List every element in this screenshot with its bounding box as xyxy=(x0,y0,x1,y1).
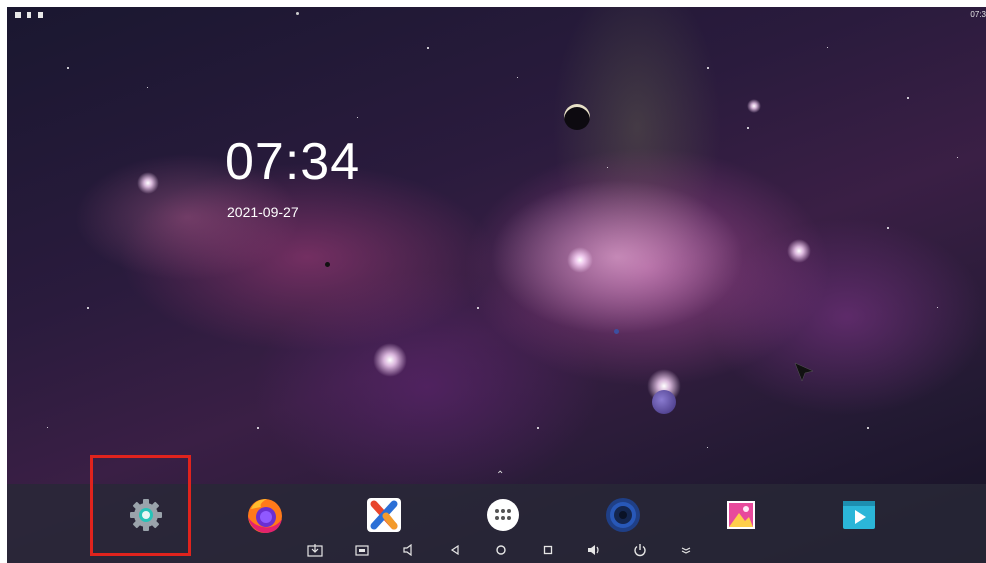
star xyxy=(707,447,708,448)
screenshot-icon[interactable] xyxy=(353,542,371,558)
star xyxy=(747,127,749,129)
star xyxy=(827,47,828,48)
screenshot-icon xyxy=(15,12,21,18)
x-logo-icon xyxy=(367,498,401,532)
gallery-app[interactable] xyxy=(719,493,763,537)
video-app[interactable] xyxy=(837,493,881,537)
home-icon[interactable] xyxy=(492,542,510,558)
gallery-icon xyxy=(727,501,755,529)
star xyxy=(607,167,608,168)
back-icon[interactable] xyxy=(446,542,464,558)
star xyxy=(937,307,938,308)
clock-date[interactable]: 2021-09-27 xyxy=(227,204,299,220)
usb-icon xyxy=(27,12,31,18)
star xyxy=(357,117,358,118)
recents-icon[interactable] xyxy=(539,542,557,558)
volume-up-icon[interactable] xyxy=(585,542,603,558)
swipe-up-arrow-icon[interactable]: ⌃ xyxy=(496,470,504,481)
star xyxy=(707,67,709,69)
star xyxy=(517,77,518,78)
menu-expand-icon[interactable] xyxy=(677,542,695,558)
bright-star xyxy=(567,247,593,273)
music-app[interactable] xyxy=(601,493,645,537)
settings-highlight-box xyxy=(90,455,191,556)
star xyxy=(87,307,89,309)
volume-down-icon[interactable] xyxy=(399,542,417,558)
firefox-icon xyxy=(248,499,282,533)
star xyxy=(867,427,869,429)
bright-star xyxy=(373,343,407,377)
star xyxy=(887,227,889,229)
notification-dot xyxy=(296,12,299,15)
star xyxy=(67,67,69,69)
play-icon xyxy=(843,501,875,529)
dark-planet xyxy=(564,104,590,130)
clock-time[interactable]: 07:34 xyxy=(225,132,360,192)
star xyxy=(47,427,48,428)
star xyxy=(147,87,148,88)
mouse-cursor-icon xyxy=(794,362,814,382)
small-moon xyxy=(614,329,619,334)
star xyxy=(907,97,909,99)
x-app[interactable] xyxy=(362,493,406,537)
star xyxy=(957,157,958,158)
small-moon xyxy=(325,262,330,267)
bright-star xyxy=(137,172,159,194)
purple-planet xyxy=(652,390,676,414)
star xyxy=(427,47,429,49)
power-icon[interactable] xyxy=(631,542,649,558)
grid-dots-icon xyxy=(487,499,519,531)
star xyxy=(477,307,479,309)
firefox-app[interactable] xyxy=(243,493,287,537)
sd-card-icon xyxy=(38,12,43,18)
speaker-icon xyxy=(606,498,640,532)
star xyxy=(257,427,259,429)
star xyxy=(537,427,539,429)
status-bar: 07:3 xyxy=(7,7,986,23)
status-time: 07:3 xyxy=(970,10,986,19)
bright-star xyxy=(787,239,811,263)
download-icon[interactable] xyxy=(306,542,324,558)
app-drawer[interactable] xyxy=(481,493,525,537)
bright-star xyxy=(747,99,761,113)
